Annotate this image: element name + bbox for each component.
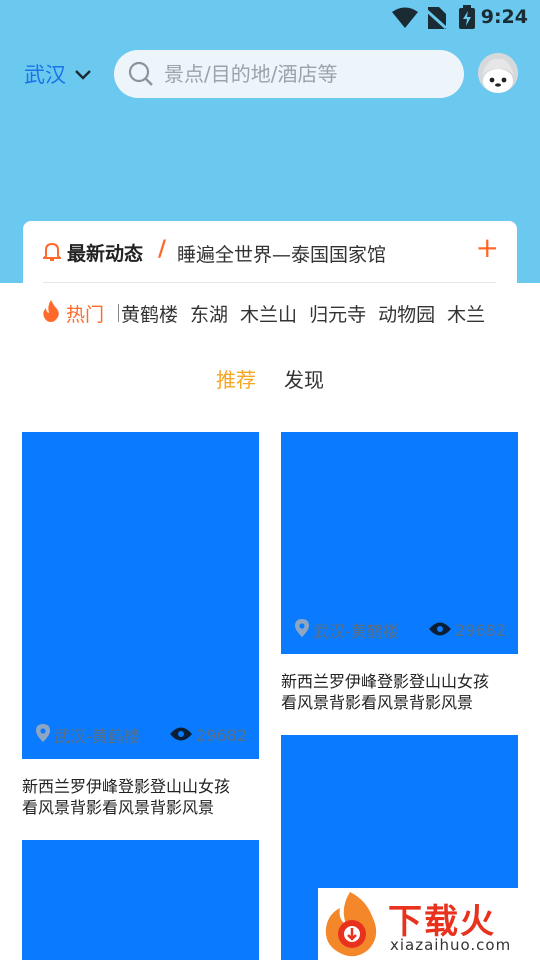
location-icon <box>295 619 309 641</box>
hot-item[interactable]: 黄鹤楼 <box>121 300 178 327</box>
caption-line: 新西兰罗伊峰登影登山山女孩 <box>281 672 490 691</box>
add-icon[interactable]: + <box>476 233 499 263</box>
card-meta: 武汉-黄鹤楼 29682 <box>291 618 506 642</box>
hot-separator <box>118 304 120 322</box>
feed-card[interactable]: 武汉-黄鹤楼 29682 <box>22 432 259 759</box>
news-card[interactable]: 最新动态 / 睡遍全世界—泰国国家馆 + <box>23 221 517 283</box>
divider <box>43 282 496 283</box>
hot-item[interactable]: 木兰 <box>447 300 485 327</box>
hot-label: 热门 <box>66 303 105 326</box>
card-caption: 新西兰罗伊峰登影登山山女孩 看风景背影看风景背影风景 <box>22 776 259 818</box>
caption-line: 新西兰罗伊峰登影登山山女孩 <box>22 777 231 796</box>
hot-item[interactable]: 木兰山 <box>240 300 297 327</box>
hot-row: 热门 黄鹤楼 东湖 木兰山 归元寺 动物园 木兰 <box>42 298 540 328</box>
search-icon <box>128 61 154 87</box>
hot-item[interactable]: 归元寺 <box>309 300 366 327</box>
city-selector[interactable]: 武汉 <box>24 58 92 90</box>
search-input[interactable] <box>162 61 446 87</box>
status-time: 9:24 <box>480 6 528 28</box>
card-meta: 武汉-黄鹤楼 29682 <box>32 723 247 747</box>
card-caption: 新西兰罗伊峰登影登山山女孩 看风景背影看风景背影风景 <box>281 671 518 713</box>
eye-icon <box>429 621 452 640</box>
watermark-logo <box>320 890 384 962</box>
location-icon <box>36 724 50 746</box>
watermark: 下载火 xiazaihuo.com <box>318 888 540 960</box>
chevron-down-icon <box>74 62 92 86</box>
battery-charging-icon <box>459 5 475 33</box>
card-views: 29682 <box>455 620 506 640</box>
wifi-icon <box>392 7 418 33</box>
fire-icon <box>42 299 60 327</box>
eye-icon <box>170 726 193 745</box>
tab-bar: 推荐 发现 <box>0 364 540 393</box>
card-location: 武汉-黄鹤楼 <box>313 622 399 641</box>
feed-card[interactable] <box>22 840 259 960</box>
city-name: 武汉 <box>24 63 66 87</box>
caption-line: 看风景背影看风景背影风景 <box>281 693 474 712</box>
watermark-url: xiazaihuo.com <box>390 936 512 954</box>
feed-card[interactable]: 武汉-黄鹤楼 29682 <box>281 432 518 654</box>
no-sim-icon <box>424 7 448 33</box>
search-box[interactable] <box>114 50 464 98</box>
card-location: 武汉-黄鹤楼 <box>54 727 140 746</box>
hot-item[interactable]: 动物园 <box>378 300 435 327</box>
bell-icon <box>41 242 63 266</box>
news-separator: / <box>158 237 167 262</box>
news-text[interactable]: 睡遍全世界—泰国国家馆 <box>177 240 386 267</box>
card-views: 29682 <box>196 725 247 745</box>
hot-item[interactable]: 东湖 <box>190 300 228 327</box>
status-bar: 9:24 <box>0 0 540 36</box>
news-title: 最新动态 <box>67 243 144 265</box>
caption-line: 看风景背影看风景背影风景 <box>22 798 215 817</box>
avatar[interactable] <box>478 53 518 93</box>
tab-discover[interactable]: 发现 <box>284 364 324 393</box>
tab-recommend[interactable]: 推荐 <box>216 364 256 393</box>
